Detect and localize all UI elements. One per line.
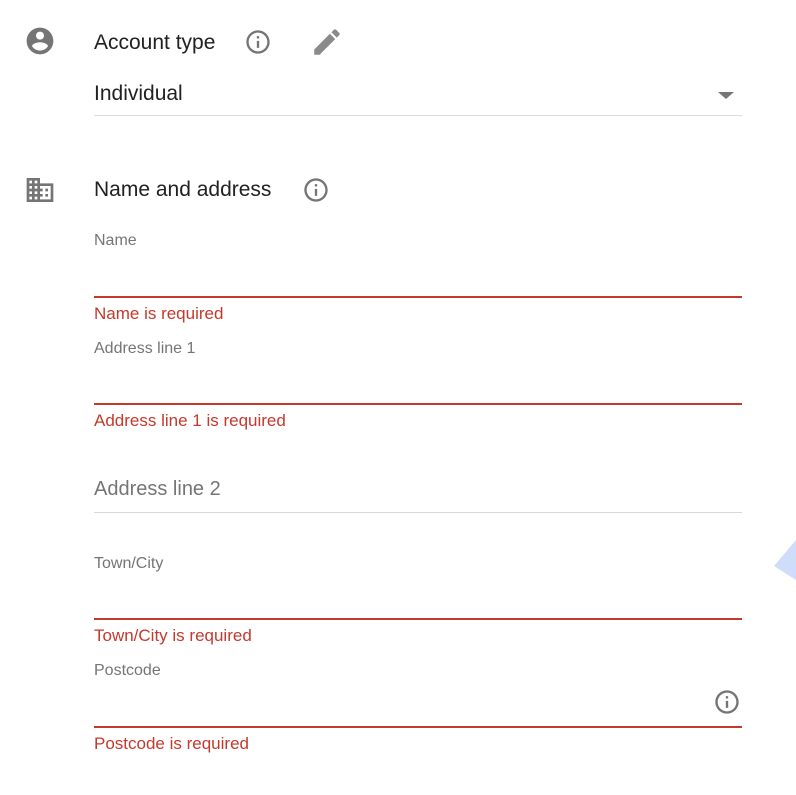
name-error: Name is required bbox=[94, 304, 224, 323]
name-address-info-icon[interactable] bbox=[302, 176, 330, 204]
postcode-input[interactable] bbox=[94, 691, 704, 721]
postcode-error: Postcode is required bbox=[94, 734, 249, 753]
account-type-info-icon[interactable] bbox=[244, 28, 272, 56]
town-city-underline bbox=[94, 618, 742, 620]
account-circle-icon bbox=[26, 27, 54, 55]
name-label: Name bbox=[94, 232, 137, 249]
address-line-1-input[interactable] bbox=[94, 369, 742, 399]
address-line-1-underline bbox=[94, 403, 742, 405]
edit-pencil-icon[interactable] bbox=[310, 25, 344, 59]
account-type-selected-value: Individual bbox=[94, 82, 183, 105]
account-type-select-underline bbox=[94, 115, 742, 116]
town-city-error: Town/City is required bbox=[94, 626, 252, 645]
address-line-1-label: Address line 1 bbox=[94, 340, 196, 357]
address-line-2-underline bbox=[94, 512, 742, 513]
postcode-label: Postcode bbox=[94, 662, 161, 679]
account-form-page: Account type Individual Name and address… bbox=[0, 0, 796, 795]
dropdown-arrow-icon[interactable] bbox=[716, 90, 736, 100]
name-underline bbox=[94, 296, 742, 298]
address-line-2-input[interactable] bbox=[94, 474, 742, 504]
business-building-icon bbox=[26, 178, 54, 202]
postcode-underline bbox=[94, 726, 742, 728]
name-input[interactable] bbox=[94, 262, 742, 292]
side-panel-pointer bbox=[774, 540, 796, 580]
name-and-address-title: Name and address bbox=[94, 178, 272, 201]
account-type-title: Account type bbox=[94, 31, 216, 54]
town-city-input[interactable] bbox=[94, 584, 742, 614]
town-city-label: Town/City bbox=[94, 555, 164, 572]
postcode-info-icon[interactable] bbox=[713, 688, 741, 716]
address-line-1-error: Address line 1 is required bbox=[94, 411, 286, 430]
